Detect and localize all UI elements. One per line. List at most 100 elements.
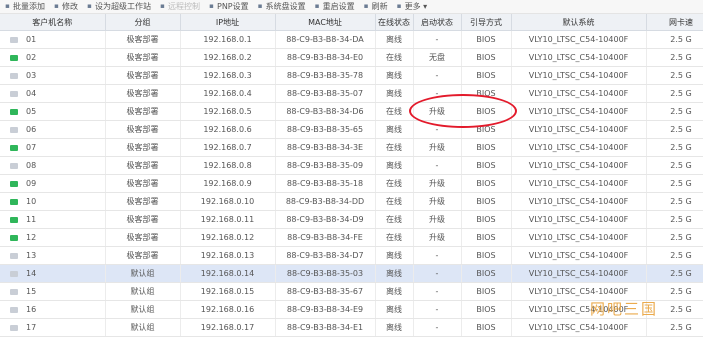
online-status: 在线 (375, 210, 414, 229)
toolbar-item-label: 修改 (62, 2, 78, 11)
ip-cell: 192.168.0.15 (180, 282, 276, 301)
table-row[interactable]: 13 极客部署 192.168.0.13 88-C9-B3-B8-34-D7 离线 - BI… (0, 246, 703, 265)
group-cell: 极客部署 (105, 102, 181, 121)
column-header[interactable]: 在线状态 (375, 14, 414, 31)
table-row[interactable]: 07 极客部署 192.168.0.7 88-C9-B3-B8-34-3E 在线 升级 BI… (0, 138, 703, 157)
column-header[interactable]: MAC地址 (275, 14, 376, 31)
boot-status: - (413, 30, 462, 49)
highlight-annotation (409, 94, 517, 128)
table-row[interactable]: 09 极客部署 192.168.0.9 88-C9-B3-B8-35-18 在线 升级 BI… (0, 174, 703, 193)
client-name-label: 11 (26, 215, 37, 224)
toolbar-item-label: 更多 ▾ (404, 2, 428, 11)
mac-cell: 88-C9-B3-B8-35-65 (275, 120, 376, 139)
boot-status: 无盘 (413, 48, 462, 67)
mac-cell: 88-C9-B3-B8-34-D9 (275, 210, 376, 229)
table-row[interactable]: 06 极客部署 192.168.0.6 88-C9-B3-B8-35-65 离线 - BIO… (0, 120, 703, 139)
nic-speed: 2.5 G (646, 48, 703, 67)
offline-computer-icon (10, 72, 18, 79)
mac-cell: 88-C9-B3-B8-34-D7 (275, 246, 376, 265)
online-status: 在线 (375, 138, 414, 157)
toolbar-item-8[interactable]: ▪ 更多 ▾ (396, 1, 428, 12)
online-status: 在线 (375, 174, 414, 193)
toolbar-item-4[interactable]: ▪ PNP设置 (208, 1, 249, 12)
toolbar-item-7[interactable]: ▪ 刷新 (363, 1, 388, 12)
table-row[interactable]: 01 极客部署 192.168.0.1 88-C9-B3-B8-34-DA 离线 - BIO… (0, 30, 703, 49)
toolbar-item-3[interactable]: ▪ 远程控制 (159, 1, 200, 12)
table-row[interactable]: 04 极客部署 192.168.0.4 88-C9-B3-B8-35-07 离线 - BIO… (0, 84, 703, 103)
client-name-label: 04 (26, 89, 37, 98)
online-status: 离线 (375, 246, 414, 265)
client-name: 07 (0, 138, 106, 157)
boot-mode: BIOS (461, 246, 512, 265)
group-cell: 极客部署 (105, 192, 181, 211)
workstation-icon: ▪ (87, 2, 92, 10)
nic-speed: 2.5 G (646, 138, 703, 157)
boot-mode: BIOS (461, 210, 512, 229)
table-row[interactable]: 08 极客部署 192.168.0.8 88-C9-B3-B8-35-09 离线 - BIO… (0, 156, 703, 175)
group-cell: 默认组 (105, 282, 181, 301)
refresh-icon: ▪ (363, 2, 369, 10)
toolbar-item-label: 重启设置 (322, 2, 355, 11)
system-settings-icon: ▪ (257, 2, 263, 10)
ip-cell: 192.168.0.9 (180, 174, 276, 193)
nic-speed: 2.5 G (646, 174, 703, 193)
client-name-label: 14 (26, 269, 37, 278)
column-header[interactable]: 引导方式 (461, 14, 512, 31)
toolbar-item-0[interactable]: ▪ 批量添加 (4, 1, 45, 12)
group-cell: 极客部署 (105, 48, 181, 67)
client-name: 03 (0, 66, 106, 85)
boot-status: - (413, 282, 462, 301)
toolbar-item-label: 远程控制 (168, 2, 200, 11)
column-header[interactable]: 默认系统 (511, 14, 647, 31)
ip-cell: 192.168.0.1 (180, 30, 276, 49)
ip-cell: 192.168.0.4 (180, 84, 276, 103)
column-header[interactable]: 分组 (105, 14, 181, 31)
table-row[interactable]: 11 极客部署 192.168.0.11 88-C9-B3-B8-34-D9 在线 升级 B… (0, 210, 703, 229)
column-header[interactable]: IP地址 (180, 14, 276, 31)
table-row[interactable]: 12 极客部署 192.168.0.12 88-C9-B3-B8-34-FE 在线 升级 B… (0, 228, 703, 247)
table-row[interactable]: 10 极客部署 192.168.0.10 88-C9-B3-B8-34-DD 在线 升级 B… (0, 192, 703, 211)
nic-speed: 2.5 G (646, 84, 703, 103)
client-name: 15 (0, 282, 106, 301)
boot-mode: BIOS (461, 264, 512, 283)
ip-cell: 192.168.0.7 (180, 138, 276, 157)
default-os: VLY10_LTSC_C54-10400F (511, 210, 647, 229)
client-name: 14 (0, 264, 106, 283)
nic-speed: 2.5 G (646, 264, 703, 283)
online-status: 离线 (375, 282, 414, 301)
client-name-label: 06 (26, 125, 37, 134)
online-computer-icon (10, 54, 18, 61)
boot-status: - (413, 300, 462, 319)
table-row[interactable]: 03 极客部署 192.168.0.3 88-C9-B3-B8-35-78 离线 - BIO… (0, 66, 703, 85)
toolbar-item-label: 系统盘设置 (265, 2, 306, 11)
toolbar-item-2[interactable]: ▪ 设为超级工作站 (86, 1, 151, 12)
online-status: 离线 (375, 84, 414, 103)
mac-cell: 88-C9-B3-B8-34-E0 (275, 48, 376, 67)
offline-computer-icon (10, 252, 18, 259)
toolbar-item-label: 刷新 (371, 2, 388, 11)
boot-status: - (413, 264, 462, 283)
pnp-icon: ▪ (209, 2, 214, 10)
toolbar-item-5[interactable]: ▪ 系统盘设置 (257, 1, 306, 12)
column-header[interactable]: 客户机名称 (0, 14, 106, 31)
default-os: VLY10_LTSC_C54-10400F (511, 84, 647, 103)
boot-status: 升级 (413, 210, 462, 229)
mac-cell: 88-C9-B3-B8-34-E9 (275, 300, 376, 319)
online-computer-icon (10, 180, 18, 187)
client-name: 02 (0, 48, 106, 67)
column-header[interactable]: 启动状态 (413, 14, 462, 31)
default-os: VLY10_LTSC_C54-10400F (511, 174, 647, 193)
group-cell: 极客部署 (105, 156, 181, 175)
toolbar-item-1[interactable]: ▪ 修改 (53, 1, 78, 12)
table-row[interactable]: 05 极客部署 192.168.0.5 88-C9-B3-B8-34-D6 在线 升级 BI… (0, 102, 703, 121)
plus-icon: ▪ (5, 2, 10, 10)
table-header-row: 客户机名称 分组 IP地址 MAC地址 在线状态 启动状态 引导方式 默认系统 网卡速 (0, 14, 703, 31)
table-row[interactable]: 14 默认组 192.168.0.14 88-C9-B3-B8-35-03 离线 - BIO… (0, 264, 703, 283)
column-header[interactable]: 网卡速 (646, 14, 703, 31)
mac-cell: 88-C9-B3-B8-34-D6 (275, 102, 376, 121)
toolbar-item-6[interactable]: ▪ 重启设置 (314, 1, 355, 12)
table-row[interactable]: 02 极客部署 192.168.0.2 88-C9-B3-B8-34-E0 在线 无盘 BI… (0, 48, 703, 67)
default-os: VLY10_LTSC_C54-10400F (511, 228, 647, 247)
boot-status: 升级 (413, 174, 462, 193)
online-computer-icon (10, 198, 18, 205)
